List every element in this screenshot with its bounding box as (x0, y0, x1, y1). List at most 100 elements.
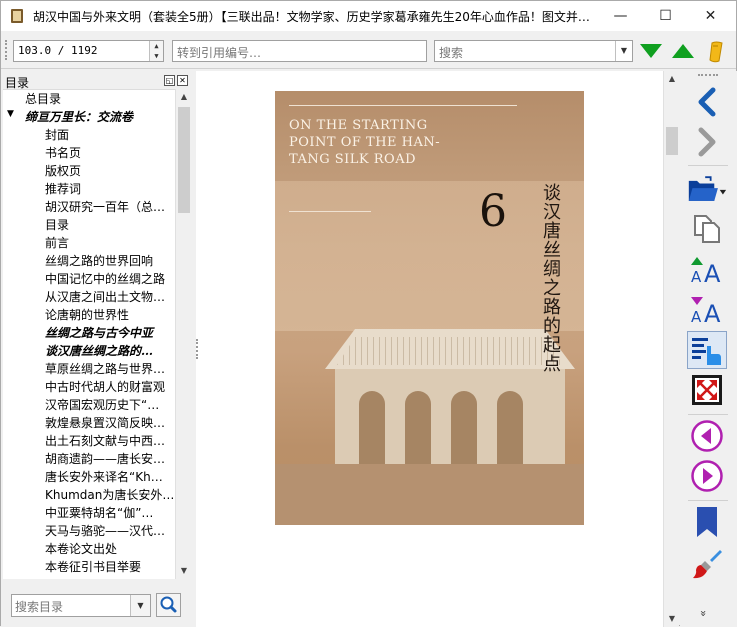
spin-up-icon[interactable]: ▲ (150, 41, 163, 51)
toc-item[interactable]: Khumdan为唐长安外… (45, 486, 175, 504)
toc-toggle-button[interactable] (687, 331, 727, 369)
toc-item[interactable]: 版权页 (45, 162, 175, 180)
search-placeholder: 搜索 (439, 46, 464, 60)
toc-pointer-icon (692, 338, 721, 365)
toolbar-grip[interactable] (5, 40, 8, 60)
toc-item[interactable]: 前言 (45, 234, 175, 252)
toc-item[interactable]: 推荐词 (45, 180, 175, 198)
toc-item[interactable]: 丝绸之路与古今中亚 (45, 324, 175, 342)
close-panel-icon[interactable]: ✕ (177, 75, 188, 86)
toc-item[interactable]: 封面 (45, 126, 175, 144)
divider (688, 165, 728, 166)
minimize-button[interactable]: — (598, 1, 643, 31)
search-dropdown-icon[interactable]: ▼ (615, 41, 632, 61)
side-toolbar-grip[interactable] (698, 74, 718, 77)
forward-button[interactable] (687, 123, 727, 161)
toc-item[interactable]: 总目录 (25, 90, 175, 108)
scroll-down-icon[interactable]: ▼ (176, 563, 192, 579)
toc-item[interactable]: 谈汉唐丝绸之路的… (45, 342, 175, 360)
svg-text:A: A (704, 300, 721, 325)
toc-item[interactable]: 草原丝绸之路与世界… (45, 360, 175, 378)
toc-panel: 目录 ◱ ✕ 总目录缔亘万里长：交流卷 ▼ 封面书名页版权页推荐词胡汉研究一百年（总… (1, 71, 192, 627)
previous-page-button[interactable] (687, 417, 727, 455)
toc-item[interactable]: 中国记忆中的丝绸之路 (45, 270, 175, 288)
chapter-cover-page: ON THE STARTING POINT OF THE HAN-TANG SI… (275, 91, 584, 525)
document-scrollbar[interactable]: ▲ ▼ (663, 71, 679, 627)
toc-item[interactable]: 汉帝国宏观历史下“… (45, 396, 175, 414)
previous-result-icon[interactable] (672, 44, 694, 58)
toc-search-button[interactable] (156, 593, 181, 617)
font-increase-button[interactable]: A A (687, 250, 727, 288)
document-view[interactable]: ON THE STARTING POINT OF THE HAN-TANG SI… (196, 71, 663, 627)
toc-header: 目录 ◱ ✕ (3, 73, 191, 90)
scroll-up-icon[interactable]: ▲ (176, 89, 192, 105)
toc-scrollbar[interactable]: ▲ ▼ (175, 89, 191, 579)
toc-item[interactable]: 缔亘万里长：交流卷 (25, 108, 175, 126)
toc-item-label: 本卷论文出处 (45, 542, 118, 556)
toc-item[interactable]: 唐长安外来译名“Kh… (45, 468, 175, 486)
toc-item[interactable]: 丝绸之路的世界回响 (45, 252, 175, 270)
highlight-button[interactable] (687, 545, 727, 583)
title-bar: 胡汉中国与外来文明（套装全5册）【三联出品！文物学家、历史学家葛承雍先生20年心… (1, 1, 736, 31)
toc-item[interactable]: 中古时代胡人的财富观 (45, 378, 175, 396)
page-number-value: 103.0 / 1192 (18, 44, 98, 57)
toc-item-label: 唐长安外来译名“Kh… (45, 470, 163, 484)
more-tools-icon[interactable]: » (697, 610, 710, 617)
toc-item-label: 天马与骆驼——汉代… (45, 524, 166, 538)
toc-item[interactable]: 本卷论文出处 (45, 540, 175, 558)
doc-scroll-thumb[interactable] (666, 127, 678, 155)
mid-rule (289, 211, 371, 212)
toc-item[interactable]: 本卷征引书目举要 (45, 558, 175, 576)
cover-photo-gate-door (451, 391, 477, 464)
toc-search-dropdown-icon[interactable]: ▼ (130, 595, 150, 616)
app-window: 胡汉中国与外来文明（套装全5册）【三联出品！文物学家、历史学家葛承雍先生20年心… (0, 0, 737, 627)
toc-item-label: 推荐词 (45, 182, 82, 196)
toc-item[interactable]: 敦煌悬泉置汉简反映… (45, 414, 175, 432)
cover-photo-gate-door (405, 391, 431, 464)
view-grip[interactable] (196, 339, 199, 359)
toc-item-label: 书名页 (45, 146, 82, 160)
english-chapter-title: ON THE STARTING POINT OF THE HAN-TANG SI… (289, 118, 441, 167)
expand-arrow-icon[interactable]: ▼ (7, 109, 14, 119)
side-toolbar: A A A A » (680, 71, 737, 627)
maximize-button[interactable]: ☐ (643, 1, 688, 31)
copy-button[interactable] (687, 210, 727, 248)
bookmark-button[interactable] (687, 503, 727, 541)
toc-item[interactable]: 中亚粟特胡名“伽”… (45, 504, 175, 522)
toc-item-label: 胡商遗韵——唐长安… (45, 452, 166, 466)
toc-item-label: 中古时代胡人的财富观 (45, 380, 166, 394)
toc-item-label: 总目录 (25, 92, 62, 106)
toc-item[interactable]: 书名页 (45, 144, 175, 162)
back-button[interactable] (687, 83, 727, 121)
font-decrease-button[interactable]: A A (687, 290, 727, 328)
page-spinner[interactable]: ▲ ▼ (149, 41, 163, 61)
next-result-icon[interactable] (640, 44, 662, 58)
toc-item[interactable]: 胡汉研究一百年（总… (45, 198, 175, 216)
toc-item[interactable]: 出土石刻文献与中西… (45, 432, 175, 450)
page-number-field[interactable]: 103.0 / 1192 ▲ ▼ (13, 40, 164, 62)
fullscreen-icon (692, 375, 722, 405)
search-input[interactable]: 搜索 ▼ (434, 40, 633, 62)
open-file-button[interactable] (687, 170, 727, 208)
close-button[interactable]: ✕ (688, 1, 733, 31)
toc-scroll-thumb[interactable] (178, 107, 190, 213)
toc-item[interactable]: 目录 (45, 216, 175, 234)
toc-item[interactable]: 天马与骆驼——汉代… (45, 522, 175, 540)
toc-item[interactable]: 胡商遗韵——唐长安… (45, 450, 175, 468)
toc-item[interactable]: 从汉唐之间出土文物… (45, 288, 175, 306)
toc-item-label: 从汉唐之间出土文物… (45, 290, 166, 304)
goto-reference-input[interactable]: 转到引用编号… (172, 40, 427, 62)
bookmark-icon[interactable] (707, 41, 725, 63)
toc-list[interactable]: 总目录 缔亘万里长：交流卷 ▼ 封面 书名页 版权页 推荐词 胡汉研究一百年（总… 目录 前言 丝绸… (3, 89, 175, 579)
toc-search-input[interactable]: 搜索目录 ▼ (11, 594, 151, 617)
toc-item[interactable]: 论唐朝的世界性 (45, 306, 175, 324)
cover-photo-roof-tiles (337, 337, 563, 365)
next-page-button[interactable] (687, 457, 727, 495)
font-increase-icon: A A (691, 257, 721, 285)
doc-scroll-down-icon[interactable]: ▼ (664, 611, 680, 627)
spin-down-icon[interactable]: ▼ (150, 51, 163, 61)
fullscreen-button[interactable] (687, 371, 727, 409)
doc-scroll-up-icon[interactable]: ▲ (664, 71, 680, 87)
toc-item-label: 谈汉唐丝绸之路的… (45, 344, 154, 358)
undock-icon[interactable]: ◱ (164, 75, 175, 86)
